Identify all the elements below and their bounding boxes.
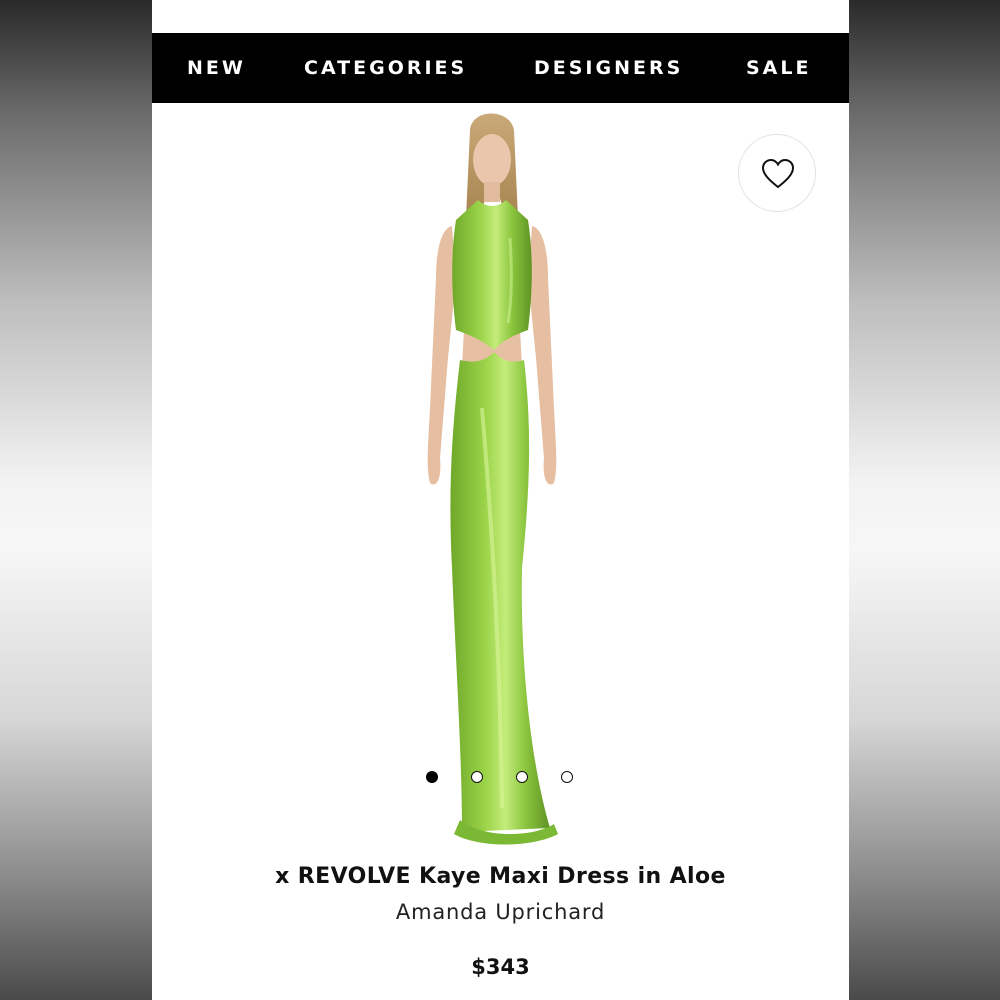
heart-icon (761, 158, 795, 189)
nav-categories[interactable]: CATEGORIES (304, 33, 467, 103)
carousel-dot-1[interactable] (426, 771, 438, 783)
carousel-dot-2[interactable] (471, 771, 483, 783)
product-designer[interactable]: Amanda Uprichard (152, 900, 849, 924)
backdrop-right (849, 0, 1000, 1000)
carousel-dot-3[interactable] (516, 771, 528, 783)
product-title[interactable]: x REVOLVE Kaye Maxi Dress in Aloe (152, 864, 849, 889)
nav-sale[interactable]: SALE (746, 33, 811, 103)
phone-screen: NEW CATEGORIES DESIGNERS SALE x REVOLVE … (152, 0, 849, 1000)
top-nav: NEW CATEGORIES DESIGNERS SALE (152, 33, 849, 103)
product-price: $343 (471, 955, 530, 979)
nav-new[interactable]: NEW (187, 33, 246, 103)
product-image[interactable] (382, 108, 612, 848)
wishlist-button[interactable] (738, 134, 816, 212)
carousel-indicators (426, 771, 576, 787)
backdrop-left (0, 0, 152, 1000)
nav-designers[interactable]: DESIGNERS (534, 33, 683, 103)
carousel-dot-4[interactable] (561, 771, 573, 783)
